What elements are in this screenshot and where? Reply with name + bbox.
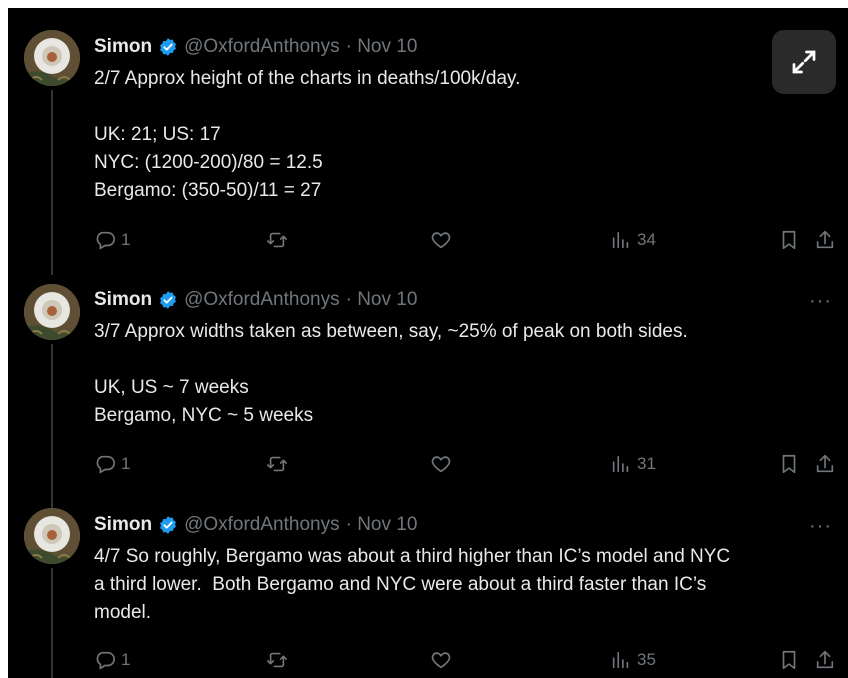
avatar[interactable] [24,508,80,564]
verified-badge-icon [160,291,176,309]
views-button[interactable]: 34 [610,226,656,254]
tweet-text: 3/7 Approx widths taken as between, say,… [94,321,688,426]
bookmark-button[interactable] [778,226,800,254]
views-count: 34 [637,230,656,249]
tweet-actions: 1 31 [94,450,836,478]
bookmark-button[interactable] [778,450,800,478]
share-icon [816,454,834,473]
heart-icon [431,652,451,669]
more-button[interactable]: ··· [809,291,832,311]
author-handle[interactable]: @OxfordAnthonys [184,289,340,311]
retweet-icon [267,652,287,668]
tweet-header: Simon @OxfordAnthonys · Nov 10 [94,513,417,537]
avatar-image [24,284,80,340]
tweet-date[interactable]: · Nov 10 [346,514,418,536]
views-icon [612,651,629,669]
retweet-button[interactable] [266,450,288,478]
retweet-button[interactable] [266,226,288,254]
avatar-image [24,30,80,86]
views-icon [612,455,629,473]
thread-line [51,568,53,678]
share-button[interactable] [814,646,836,674]
views-button[interactable]: 31 [610,450,656,478]
more-button[interactable]: ··· [809,516,832,536]
like-button[interactable] [430,450,452,478]
bookmark-icon [782,454,796,474]
verified-badge-icon [160,38,176,56]
retweet-button[interactable] [266,646,288,674]
reply-icon [96,651,115,670]
author-handle[interactable]: @OxfordAnthonys [184,514,340,536]
like-button[interactable] [430,226,452,254]
bookmark-icon [782,650,796,670]
bookmark-icon [782,230,796,250]
avatar-image [24,508,80,564]
views-count: 31 [637,454,656,473]
author-name[interactable]: Simon [94,36,152,58]
reply-button[interactable]: 1 [94,226,130,254]
reply-icon [96,231,115,250]
views-count: 35 [637,650,656,669]
tweet-actions: 1 35 [94,646,836,674]
reply-count: 1 [121,230,131,249]
tweet-text: 2/7 Approx height of the charts in death… [94,68,521,201]
tweet-actions: 1 34 [94,226,836,254]
reply-count: 1 [121,650,131,669]
thread-line [51,90,53,275]
views-icon [612,231,629,249]
author-handle[interactable]: @OxfordAnthonys [184,36,340,58]
tweet-text: 4/7 So roughly, Bergamo was about a thir… [94,546,731,623]
tweet-thread: Simon @OxfordAnthonys · Nov 10 2/7 Appro… [8,8,848,678]
heart-icon [431,232,451,249]
avatar[interactable] [24,284,80,340]
views-button[interactable]: 35 [610,646,656,674]
reply-button[interactable]: 1 [94,450,130,478]
reply-button[interactable]: 1 [94,646,130,674]
heart-icon [431,456,451,473]
avatar[interactable] [24,30,80,86]
share-button[interactable] [814,450,836,478]
tweet-date[interactable]: · Nov 10 [346,289,418,311]
bookmark-button[interactable] [778,646,800,674]
author-name[interactable]: Simon [94,514,152,536]
share-button[interactable] [814,226,836,254]
share-icon [816,230,834,249]
share-icon [816,650,834,669]
author-name[interactable]: Simon [94,289,152,311]
tweet-header: Simon @OxfordAnthonys · Nov 10 [94,288,417,312]
like-button[interactable] [430,646,452,674]
reply-count: 1 [121,454,131,473]
reply-icon [96,455,115,474]
retweet-icon [267,232,287,248]
thread-line [51,344,53,509]
tweet-date[interactable]: · Nov 10 [346,36,418,58]
retweet-icon [267,456,287,472]
tweet-header: Simon @OxfordAnthonys · Nov 10 [94,35,417,59]
verified-badge-icon [160,516,176,534]
